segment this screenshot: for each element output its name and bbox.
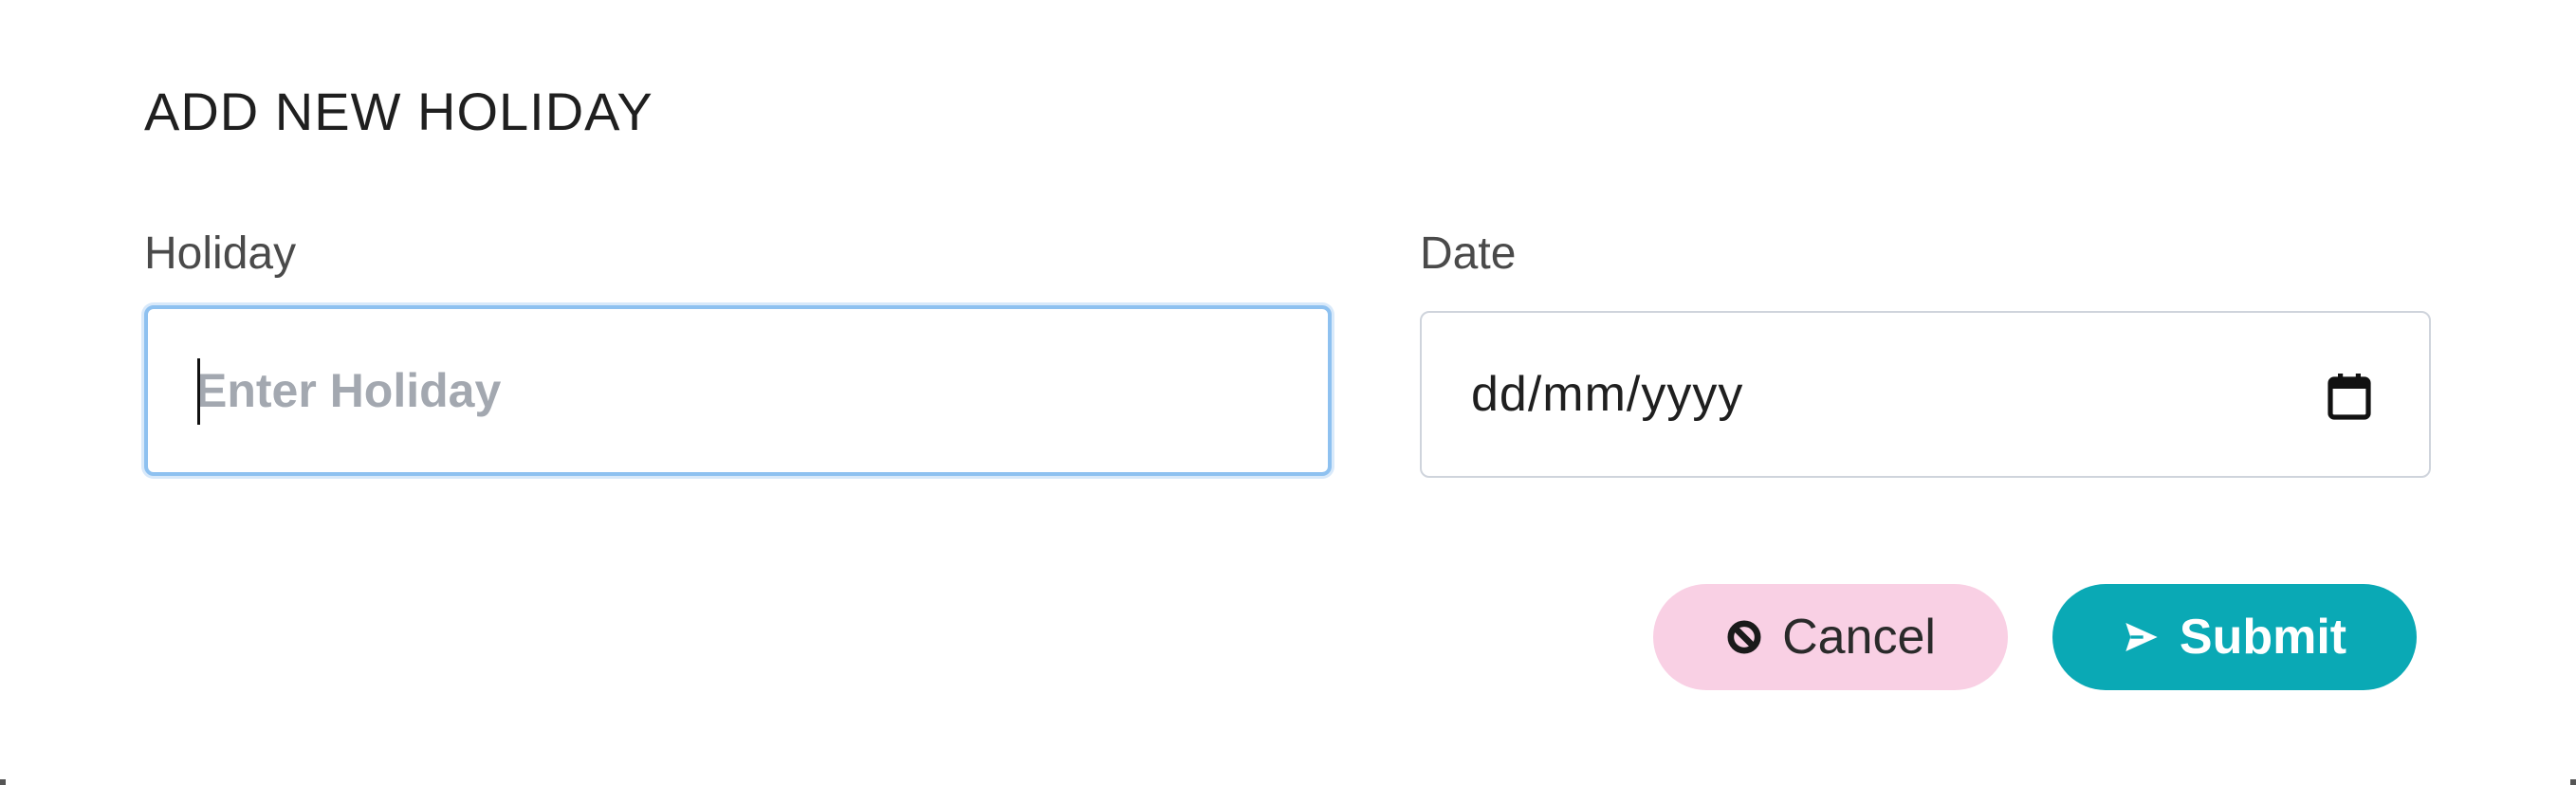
add-holiday-dialog: ADD NEW HOLIDAY Holiday Date dd/mm/yyyy …: [0, 0, 2576, 785]
text-caret: [197, 358, 200, 425]
submit-button[interactable]: Submit: [2052, 584, 2417, 690]
calendar-icon[interactable]: [2327, 372, 2372, 421]
dialog-title: ADD NEW HOLIDAY: [144, 82, 653, 141]
cancel-button[interactable]: Cancel: [1653, 584, 2008, 690]
holiday-field-wrapper: [144, 305, 1332, 476]
ban-icon: [1727, 620, 1761, 654]
cancel-label: Cancel: [1782, 610, 1936, 665]
resize-corner-right: [2570, 779, 2576, 785]
date-value: dd/mm/yyyy: [1471, 367, 1744, 422]
date-input[interactable]: dd/mm/yyyy: [1420, 311, 2431, 478]
holiday-label: Holiday: [144, 228, 297, 279]
date-label: Date: [1420, 228, 1517, 279]
send-icon: [2125, 623, 2158, 651]
holiday-input[interactable]: [195, 309, 1286, 472]
resize-corner-left: [0, 779, 6, 785]
submit-label: Submit: [2179, 610, 2347, 665]
